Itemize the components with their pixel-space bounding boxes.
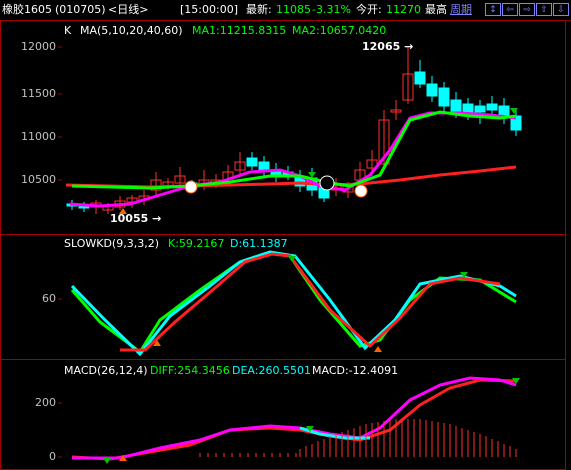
y-tick: 0 xyxy=(49,450,56,463)
y-tick: 12000 xyxy=(21,40,56,53)
candle-body xyxy=(438,87,450,107)
high-marker: 12065 → xyxy=(362,40,414,53)
kd-k-line xyxy=(70,250,517,355)
macd-diff-value: DIFF:254.3456 xyxy=(150,364,230,377)
y-tick: 10500 xyxy=(21,173,56,186)
indicator-lines xyxy=(65,110,517,461)
y-tick: 60 xyxy=(42,292,56,305)
macd-dea-value: DEA:260.5501 xyxy=(232,364,311,377)
y-tick: 200 xyxy=(35,396,56,409)
macd-dea-line xyxy=(71,378,517,461)
macd-value: MACD:-12.4091 xyxy=(312,364,399,377)
y-tick: 11500 xyxy=(21,87,56,100)
chart-canvas xyxy=(58,46,522,464)
candle-body xyxy=(426,83,438,97)
ma2-value: MA2:10657.0420 xyxy=(292,24,387,37)
k-label: K xyxy=(64,24,72,37)
y-tick: 11000 xyxy=(21,130,56,143)
kd-title: SLOWKD(9,3,3,2) xyxy=(64,237,160,250)
down-arrow-icon xyxy=(510,108,518,114)
low-marker: 10055 → xyxy=(110,212,162,225)
candle-body xyxy=(450,99,462,113)
kd-k-value: K:59.2167 xyxy=(168,237,225,250)
buy-signal-icon xyxy=(184,180,198,194)
ma-green-line xyxy=(71,110,517,190)
macd-title: MACD(26,12,4) xyxy=(64,364,148,377)
buy-signal-icon xyxy=(354,184,368,198)
up-arrow-icon xyxy=(374,346,382,352)
candle-body xyxy=(486,103,498,111)
kd-d-line xyxy=(70,250,517,357)
candle-body xyxy=(414,71,426,85)
ma1-value: MA1:11215.8315 xyxy=(192,24,287,37)
kd-d-value: D:61.1387 xyxy=(230,237,288,250)
candle-body xyxy=(258,161,270,171)
kd-smooth-line xyxy=(120,252,501,352)
ma-params: MA(5,10,20,40,60) xyxy=(80,24,183,37)
candle-body xyxy=(474,105,486,113)
down-arrow-icon xyxy=(103,458,111,464)
candle-body xyxy=(246,157,258,167)
ma-magenta-line xyxy=(69,111,517,208)
sell-signal-icon xyxy=(319,175,335,191)
